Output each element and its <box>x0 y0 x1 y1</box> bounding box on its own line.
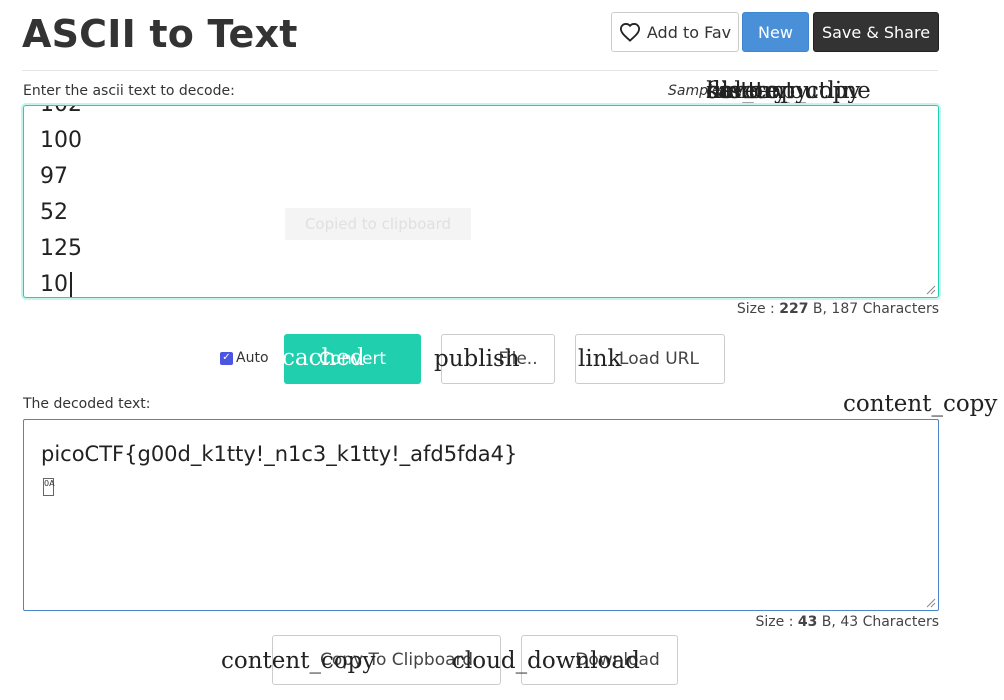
size-bytes: 227 <box>779 301 809 317</box>
auto-label: Auto <box>236 350 269 366</box>
convert-label: Convert <box>318 349 387 369</box>
copy-to-clipboard-button[interactable]: Copy To Clipboard content_copy <box>221 635 501 685</box>
output-copy-icon[interactable]: content_copy <box>843 391 997 417</box>
link-icon: link <box>578 346 622 372</box>
auto-checkbox[interactable]: ✓ <box>220 351 233 365</box>
page-title: ASCII to Text <box>22 12 298 56</box>
load-url-label: Load URL <box>619 349 699 369</box>
size-bytes: 43 <box>797 614 818 630</box>
input-line-last: 10 <box>40 267 82 297</box>
decoded-text: picoCTF{g00d_k1tty!_n1c3_k1tty!_afd5fda4… <box>41 442 518 466</box>
heart-icon <box>619 22 640 42</box>
load-url-button[interactable]: Load URL link <box>575 334 725 384</box>
input-line: 10 <box>40 272 68 297</box>
copied-toast: Copied to clipboard <box>285 208 471 240</box>
output-label: The decoded text: <box>23 396 151 412</box>
input-toolbar-icons: history delete_outline file_copy save co… <box>706 78 1001 108</box>
file-label: File.. <box>498 349 538 369</box>
input-size-info: Size : 227 B, 187 Characters <box>600 301 939 317</box>
download-button[interactable]: Download cloud_download <box>452 635 678 685</box>
resize-handle-icon[interactable] <box>926 285 936 295</box>
auto-convert-toggle[interactable]: ✓ Auto <box>220 350 269 366</box>
save-share-button[interactable]: Save & Share <box>813 12 939 52</box>
decoded-output-textarea[interactable]: picoCTF{g00d_k1tty!_n1c3_k1tty!_afd5fda4… <box>23 419 939 611</box>
input-line: 100 <box>40 128 82 153</box>
size-prefix: Size : <box>755 614 798 630</box>
input-line: 97 <box>40 164 68 189</box>
input-line: 102 <box>40 106 82 123</box>
input-line: 52 <box>40 200 68 225</box>
output-size-info: Size : 43 B, 43 Characters <box>600 614 939 630</box>
resize-handle-icon[interactable] <box>926 598 936 608</box>
input-lines: 102 100 97 52 125 10 <box>40 106 82 297</box>
add-to-fav-button[interactable]: Add to Fav <box>611 12 739 52</box>
size-suffix: B, 43 Characters <box>817 614 939 630</box>
content-copy-icon[interactable]: content_copy <box>706 78 860 104</box>
input-line: 125 <box>40 236 82 261</box>
copy-label: Copy To Clipboard <box>319 650 474 670</box>
header-divider <box>22 70 938 71</box>
input-label: Enter the ascii text to decode: <box>23 83 235 99</box>
ascii-input-textarea[interactable]: 102 100 97 52 125 10 Copied to clipboard <box>23 105 939 298</box>
file-upload-button[interactable]: File.. publish <box>434 334 555 384</box>
convert-button[interactable]: Convert cached <box>282 334 421 384</box>
download-label: Download <box>575 650 660 670</box>
size-prefix: Size : <box>736 301 780 317</box>
size-suffix: B, 187 Characters <box>808 301 939 317</box>
add-to-fav-label: Add to Fav <box>646 22 732 42</box>
text-cursor <box>70 272 72 297</box>
new-button[interactable]: New <box>742 12 809 52</box>
newline-glyph: 0A <box>43 478 55 496</box>
